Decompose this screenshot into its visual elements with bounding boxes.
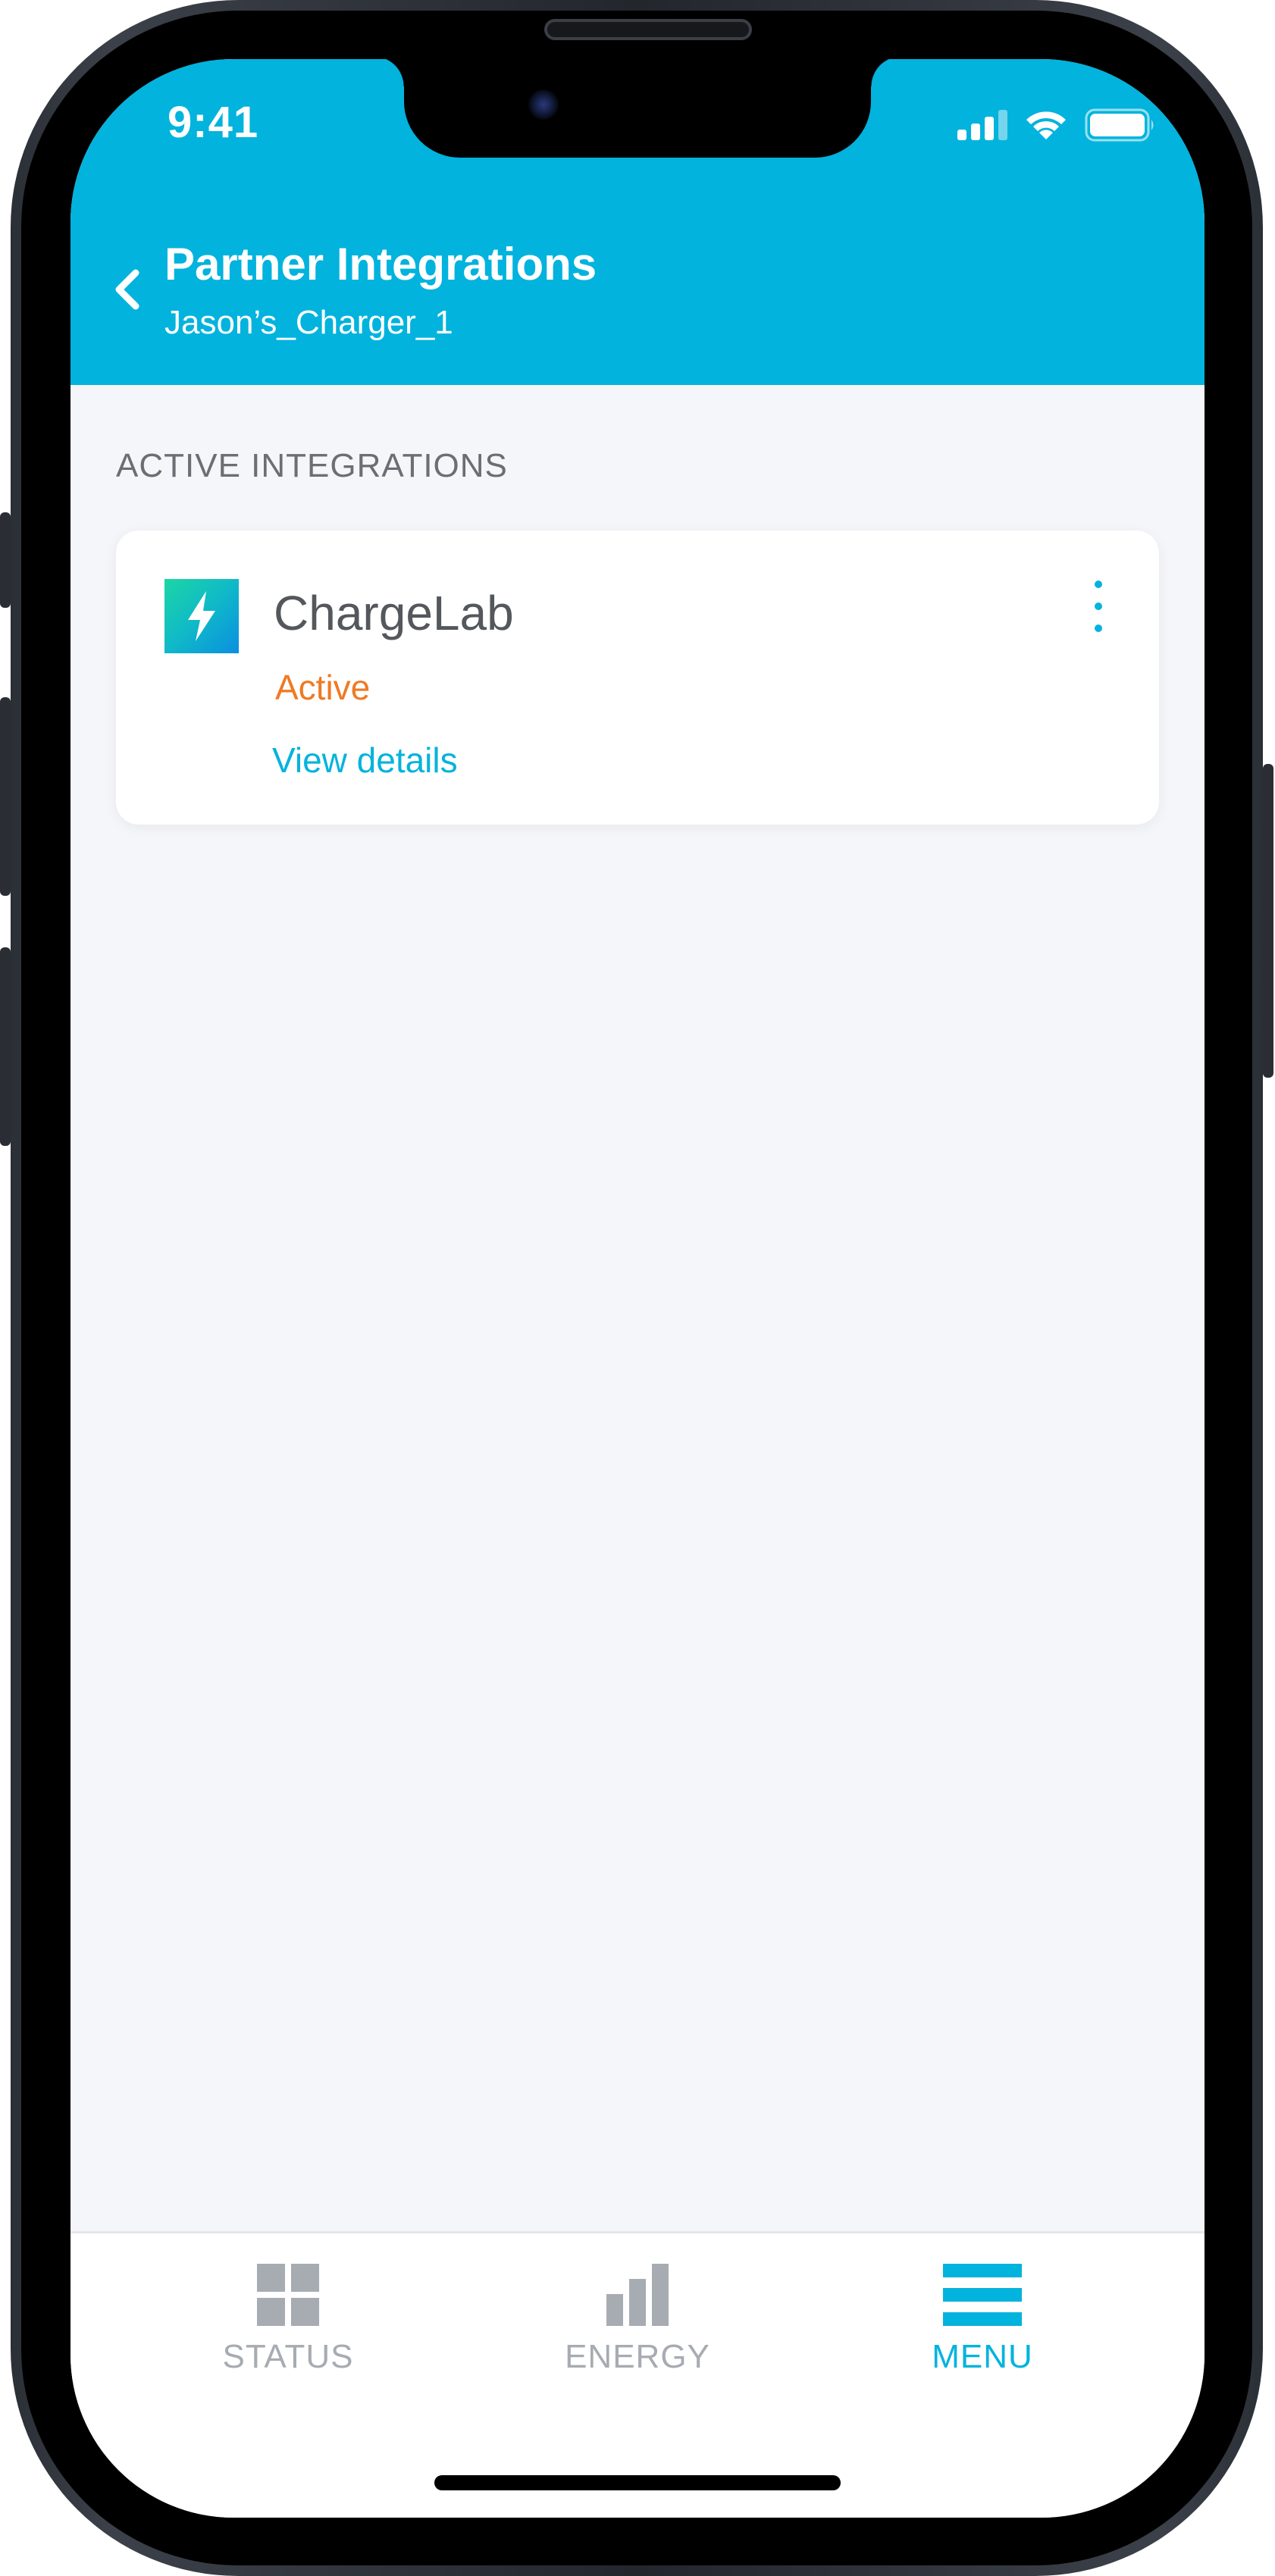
- more-dot: [1095, 581, 1102, 588]
- wifi-icon: [1026, 111, 1066, 139]
- more-options-icon[interactable]: [1083, 576, 1114, 637]
- battery-icon: [1085, 108, 1154, 142]
- bar-chart-icon: [606, 2264, 669, 2326]
- nav-item-status[interactable]: STATUS: [174, 2264, 402, 2376]
- earpiece-speaker: [544, 19, 752, 40]
- menu-icon: [943, 2264, 1022, 2326]
- home-indicator[interactable]: [434, 2475, 841, 2490]
- chargelab-logo-icon: [164, 579, 239, 653]
- page-subtitle: Jason’s_Charger_1: [164, 304, 453, 341]
- volume-up-button: [0, 697, 11, 896]
- front-camera: [528, 89, 559, 120]
- status-icons: [957, 108, 1156, 142]
- view-details-link[interactable]: View details: [272, 740, 458, 781]
- status-time: 9:41: [168, 98, 259, 147]
- cellular-signal-icon: [957, 110, 1007, 140]
- mute-switch: [0, 512, 11, 608]
- nav-label-menu: MENU: [932, 2338, 1033, 2375]
- volume-down-button: [0, 947, 11, 1146]
- more-dot: [1095, 603, 1102, 610]
- integration-card: ChargeLab Active View details: [116, 531, 1159, 825]
- lightning-bolt-icon: [188, 591, 215, 641]
- nav-item-energy[interactable]: ENERGY: [524, 2264, 751, 2376]
- grid-icon: [257, 2264, 319, 2326]
- power-button: [1263, 764, 1273, 1078]
- back-chevron-icon[interactable]: [110, 267, 143, 312]
- nav-label-energy: ENERGY: [565, 2338, 710, 2375]
- section-label-active-integrations: ACTIVE INTEGRATIONS: [116, 447, 508, 484]
- integration-name: ChargeLab: [274, 586, 514, 640]
- page-title: Partner Integrations: [164, 239, 597, 290]
- camera-notch: [374, 59, 901, 158]
- more-dot: [1095, 624, 1102, 632]
- nav-item-menu[interactable]: MENU: [869, 2264, 1096, 2376]
- app-screen: 9:41 Partner Integrations Jason’s_Charge…: [70, 59, 1205, 2518]
- nav-label-status: STATUS: [222, 2338, 354, 2375]
- app-header: 9:41 Partner Integrations Jason’s_Charge…: [70, 59, 1205, 385]
- integration-status: Active: [275, 668, 371, 707]
